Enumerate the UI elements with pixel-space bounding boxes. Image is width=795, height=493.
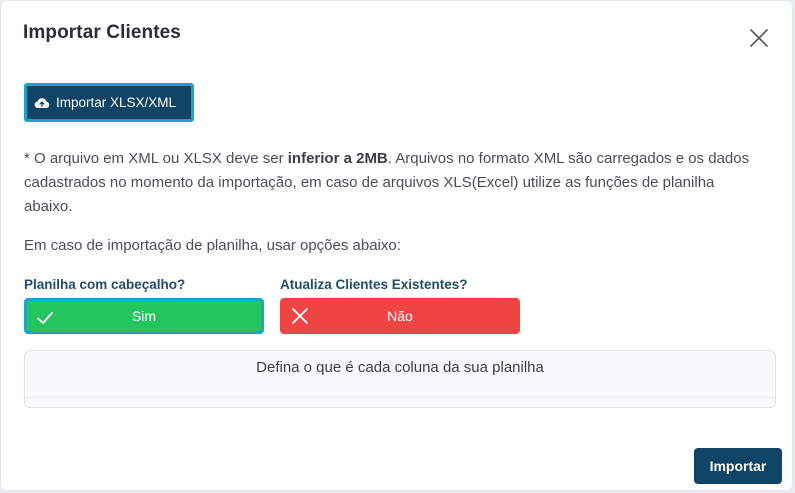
cloud-upload-icon (34, 95, 50, 111)
has-header-label: Planilha com cabeçalho? (24, 277, 186, 292)
file-info-text: * O arquivo em XML ou XLSX deve ser infe… (24, 150, 750, 215)
spreadsheet-options-text: Em caso de importação de planilha, usar … (24, 237, 401, 254)
modal-title: Importar Clientes (23, 22, 181, 43)
has-header-toggle[interactable]: Sim (24, 298, 264, 334)
panel-divider (25, 397, 775, 398)
column-mapping-title: Defina o que é cada coluna da sua planil… (256, 359, 544, 376)
column-mapping-panel: Defina o que é cada coluna da sua planil… (24, 350, 776, 408)
import-submit-button[interactable]: Importar (694, 448, 782, 484)
update-existing-value: Não (387, 308, 413, 324)
import-xlsx-xml-label: Importar XLSX/XML (56, 95, 177, 110)
size-limit-text: inferior a 2MB (287, 150, 388, 167)
x-icon (292, 308, 308, 324)
import-clients-modal: Importar Clientes Importar XLSX/XML * O … (0, 0, 793, 491)
close-button[interactable] (746, 25, 772, 51)
close-icon (750, 29, 768, 47)
import-xlsx-xml-button[interactable]: Importar XLSX/XML (24, 83, 194, 122)
update-existing-toggle[interactable]: Não (280, 298, 520, 334)
check-icon (37, 312, 53, 324)
has-header-value: Sim (131, 308, 157, 324)
update-existing-label: Atualiza Clientes Existentes? (280, 277, 468, 292)
